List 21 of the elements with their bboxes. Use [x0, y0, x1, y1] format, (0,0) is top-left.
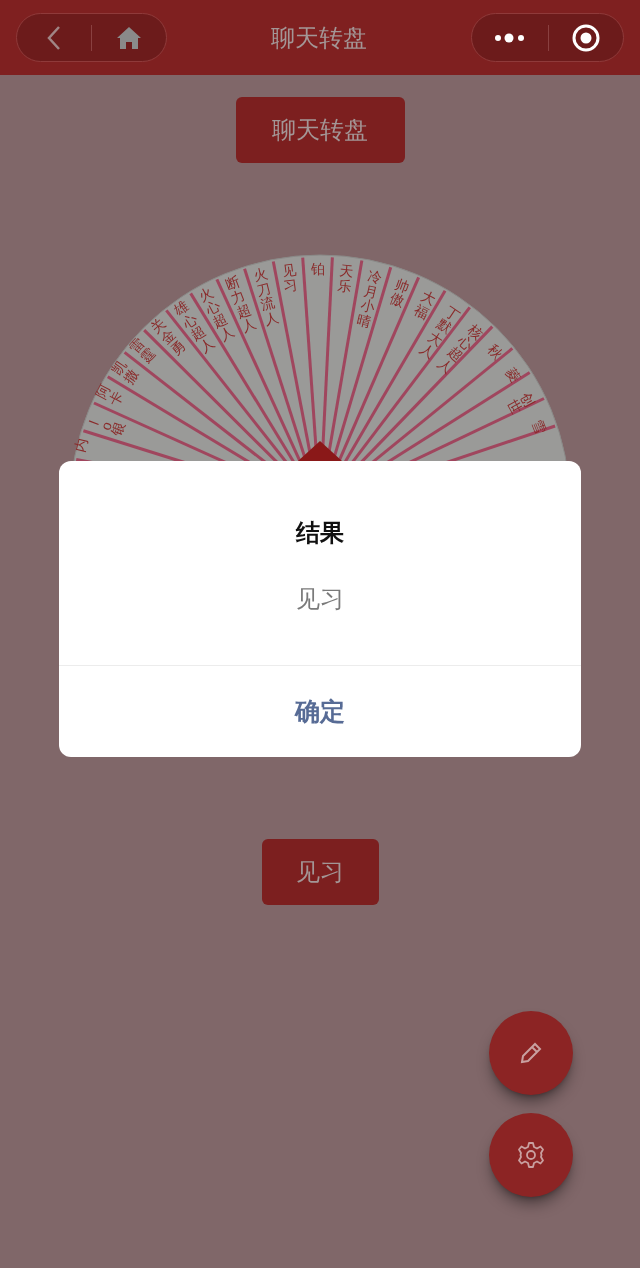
wheel-label: 秋	[484, 341, 506, 363]
wheel-label: 冷月小晴	[355, 267, 384, 331]
edit-button[interactable]	[489, 1011, 573, 1095]
wheel-label: 天乐	[336, 262, 355, 295]
pointer-icon	[298, 441, 342, 461]
wheel-label: 帅傲	[387, 276, 412, 310]
dialog-message: 见习	[296, 584, 344, 614]
dialog-title: 结果	[296, 518, 344, 548]
confirm-button[interactable]: 确定	[59, 666, 581, 757]
title-button[interactable]: 聊天转盘	[235, 97, 405, 163]
wheel-label: 铂	[310, 260, 325, 277]
settings-icon	[516, 1140, 546, 1170]
result-button[interactable]: 见习	[261, 839, 379, 905]
wheel-label: 创世	[503, 389, 538, 417]
wheel-label: 内	[71, 436, 91, 454]
wheel-label: 雪	[529, 416, 550, 436]
wheel-label: lo银	[85, 418, 129, 438]
page-title: 聊天转盘	[271, 22, 367, 53]
settings-button[interactable]	[489, 1113, 573, 1197]
wheel-label: 菱	[502, 364, 524, 386]
wheel-label: 见习	[280, 261, 299, 294]
